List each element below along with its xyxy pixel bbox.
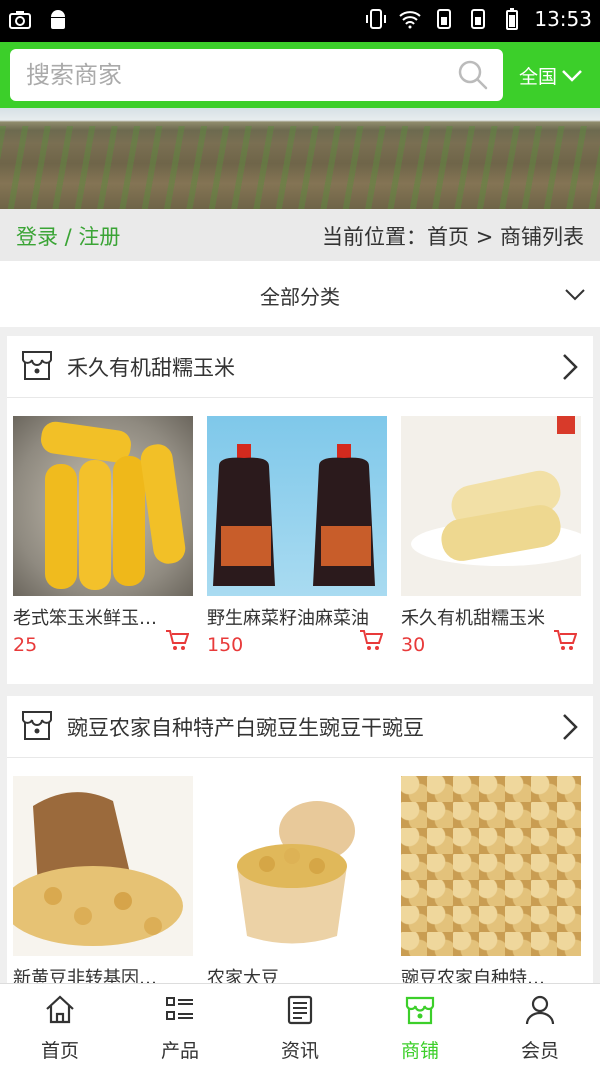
product-card[interactable]: 禾久有机甜糯玉米 30 (401, 416, 581, 656)
region-selector[interactable]: 全国 (519, 62, 583, 89)
wifi-icon (399, 11, 422, 29)
product-image[interactable] (207, 776, 387, 956)
chevron-down-icon (562, 69, 582, 82)
product-card[interactable]: 野生麻菜籽油麻菜油 150 (207, 416, 387, 656)
tab-label: 资讯 (280, 1040, 319, 1062)
product-card[interactable]: 农家大豆 (207, 776, 387, 990)
store-icon (22, 351, 52, 380)
shop-header[interactable]: 豌豆农家自种特产白豌豆生豌豆干豌豆 (7, 696, 593, 758)
product-image[interactable] (13, 776, 193, 956)
tab-news[interactable]: 资讯 (240, 984, 360, 1067)
chevron-right-icon (563, 354, 578, 380)
shop-name: 禾久有机甜糯玉米 (67, 356, 235, 380)
tab-member[interactable]: 会员 (480, 984, 600, 1067)
product-image[interactable] (401, 776, 581, 956)
corn-image (41, 421, 186, 590)
user-icon (525, 995, 555, 1025)
cart-icon[interactable] (359, 629, 383, 651)
header: 全国 (0, 42, 600, 108)
category-selector[interactable]: 全部分类 (0, 261, 600, 327)
store-icon (22, 711, 52, 740)
signal-2-icon (471, 9, 486, 29)
store-icon (405, 996, 435, 1025)
tab-products[interactable]: 产品 (120, 984, 240, 1067)
bottom-tab-bar: 首页 产品 资讯 商铺 会员 (0, 983, 600, 1067)
product-card[interactable]: 老式笨玉米鲜玉… 25 (13, 416, 193, 656)
chevron-right-icon (563, 714, 578, 740)
tab-label: 首页 (40, 1040, 79, 1062)
clock: 13:53 (534, 7, 592, 31)
list-icon (166, 997, 193, 1020)
white-corn-image (411, 416, 581, 566)
field-crop-rows (0, 126, 600, 209)
signal-1-icon (437, 9, 452, 29)
login-register-link[interactable]: 登录 / 注册 (16, 221, 120, 251)
soybean-jar-image (237, 801, 355, 944)
tab-label: 商铺 (400, 1040, 439, 1062)
search-icon[interactable] (457, 59, 489, 91)
product-image[interactable] (13, 416, 193, 596)
category-label: 全部分类 (260, 285, 340, 309)
camera-icon (9, 11, 31, 29)
home-icon (46, 995, 74, 1024)
shop-header[interactable]: 禾久有机甜糯玉米 (7, 336, 593, 398)
product-name: 老式笨玉米鲜玉… (13, 608, 157, 629)
tab-store[interactable]: 商铺 (360, 984, 480, 1067)
tab-label: 会员 (520, 1040, 559, 1062)
shop-card: 禾久有机甜糯玉米 老式笨玉米鲜玉… 25 野生麻菜籽油麻菜油 150 禾久有机甜… (7, 336, 593, 684)
breadcrumb-bar: 登录 / 注册 当前位置：首页 > 商铺列表 (0, 209, 600, 261)
product-image[interactable] (207, 416, 387, 596)
banner-image[interactable] (0, 108, 600, 209)
cart-icon[interactable] (553, 629, 577, 651)
android-icon (51, 10, 65, 29)
product-card[interactable]: 新黄豆非转基因… (13, 776, 193, 990)
shop-card: 豌豆农家自种特产白豌豆生豌豆干豌豆 新黄豆非转基因… 农家大豆 豌豆农家自种特… (7, 696, 593, 996)
oil-bottles-image (213, 444, 375, 586)
product-image[interactable] (401, 416, 581, 596)
product-name: 野生麻菜籽油麻菜油 (207, 608, 369, 629)
search-input[interactable] (26, 57, 446, 93)
breadcrumb: 当前位置：首页 > 商铺列表 (322, 225, 584, 249)
region-label: 全国 (519, 66, 558, 88)
shop-name: 豌豆农家自种特产白豌豆生豌豆干豌豆 (67, 716, 424, 740)
soybean-sack-image (13, 792, 183, 946)
search-box[interactable] (10, 49, 503, 101)
product-name: 禾久有机甜糯玉米 (401, 608, 545, 629)
product-card[interactable]: 豌豆农家自种特… (401, 776, 581, 990)
tab-home[interactable]: 首页 (0, 984, 120, 1067)
status-bar: 13:53 (0, 0, 600, 42)
news-icon (287, 995, 313, 1025)
vibrate-icon (366, 9, 387, 29)
chevron-down-icon (565, 289, 585, 301)
tab-label: 产品 (160, 1040, 199, 1062)
battery-icon (506, 8, 519, 30)
cart-icon[interactable] (165, 629, 189, 651)
